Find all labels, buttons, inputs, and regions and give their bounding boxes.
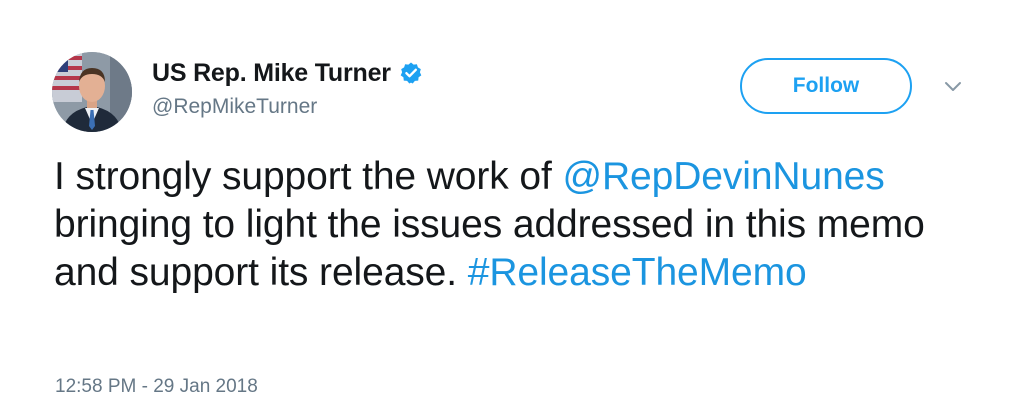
chevron-down-icon[interactable] [943,80,963,94]
verified-badge-icon [399,61,423,85]
follow-button[interactable]: Follow [740,58,912,114]
author-handle[interactable]: @RepMikeTurner [152,95,317,119]
tweet-card: US Rep. Mike Turner @RepMikeTurner Follo… [0,0,1024,420]
author-name-row: US Rep. Mike Turner [152,58,423,88]
avatar[interactable] [52,52,132,132]
tweet-text: I strongly support the work of @RepDevin… [54,153,984,297]
author-display-name[interactable]: US Rep. Mike Turner [152,59,391,88]
hashtag-link[interactable]: #ReleaseTheMemo [468,251,807,294]
tweet-text-part: I strongly support the work of [54,155,563,198]
mention-link[interactable]: @RepDevinNunes [562,155,884,198]
profile-photo-icon [52,52,132,132]
tweet-timestamp[interactable]: 12:58 PM - 29 Jan 2018 [55,376,258,398]
